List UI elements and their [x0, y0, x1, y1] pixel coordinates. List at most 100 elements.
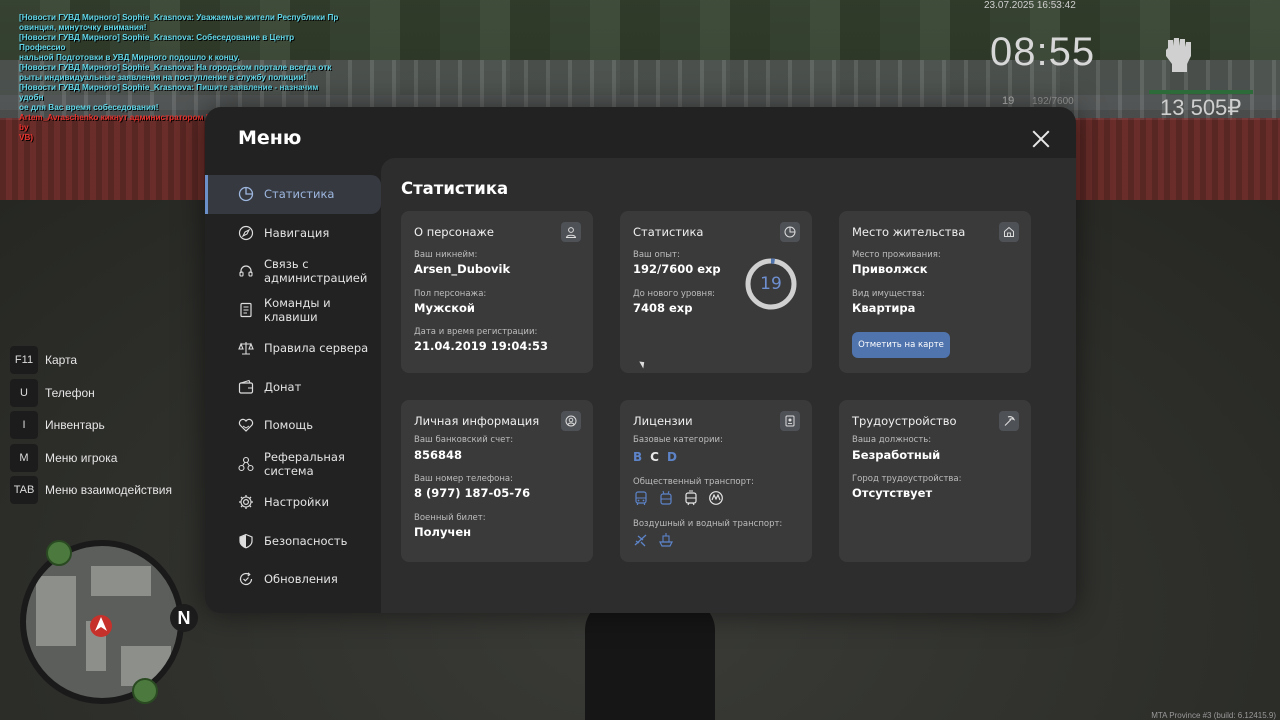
hud-exp: 192/7600 — [1032, 96, 1074, 107]
field-label: Ваш банковский счет: — [414, 435, 514, 445]
car-marker-icon — [132, 678, 158, 704]
hotkey-label: Меню взаимодействия — [45, 483, 172, 498]
field-label: Ваша должность: — [852, 435, 932, 445]
field-label: Ваш опыт: — [633, 250, 680, 260]
field-label: Город трудоустройства: — [852, 474, 962, 484]
chat-line: [Новости ГУВД Мирного] Sophie_Krasnova: … — [19, 33, 295, 52]
bus-marker-icon — [46, 540, 72, 566]
sidebar-item-label: Статистика — [264, 187, 335, 202]
wallet-icon — [238, 379, 254, 394]
compass-icon — [238, 225, 254, 240]
hud-level: 19 — [1002, 95, 1015, 107]
property-value: Квартира — [852, 301, 916, 315]
nickname-value: Arsen_Dubovik — [414, 262, 511, 276]
sidebar-item-navigation[interactable]: Навигация — [205, 214, 381, 253]
chat-line: овинция, минуточку внимания! — [19, 23, 147, 32]
bank-account-value: 856848 — [414, 448, 463, 462]
sidebar-item-donate[interactable]: Донат — [205, 368, 381, 407]
license-category-c: C — [650, 450, 659, 464]
pickaxe-icon — [999, 411, 1019, 431]
refresh-check-icon — [239, 572, 253, 586]
field-label: Ваш номер телефона: — [414, 474, 513, 484]
hotkey-key: I — [10, 411, 38, 440]
sidebar-item-updates[interactable]: Обновления — [205, 560, 381, 599]
sidebar-item-label: Правила сервера — [264, 341, 369, 356]
field-label: Базовые категории: — [633, 435, 723, 445]
card-title: Статистика — [633, 225, 704, 239]
chat-line: рыты индивидуальные заявления на поступл… — [19, 73, 307, 82]
sidebar-item-referral[interactable]: Реферальная система — [205, 445, 381, 484]
hotkey-label: Инвентарь — [45, 418, 105, 433]
field-label: Пол персонажа: — [414, 289, 487, 299]
public-transport-row — [633, 490, 724, 506]
sidebar-item-label: Реферальная система — [264, 449, 345, 478]
residence-value: Приволжск — [852, 262, 928, 276]
card-title: Трудоустройство — [852, 414, 957, 428]
bus-icon — [635, 491, 647, 505]
sidebar-item-label: Навигация — [264, 225, 330, 240]
close-icon[interactable] — [1031, 129, 1051, 149]
field-label: Вид имущества: — [852, 289, 925, 299]
sidebar-item-label: Настройки — [264, 495, 329, 510]
airplane-icon — [634, 534, 647, 547]
sidebar-item-rules[interactable]: Правила сервера — [205, 329, 381, 368]
hotkey-label: Телефон — [45, 385, 95, 400]
chat-line: нальной Подготовки в УВД Мирного подошло… — [19, 53, 240, 62]
map-block — [36, 576, 76, 646]
sidebar-item-commands[interactable]: Команды и клавиши — [205, 291, 381, 330]
mark-on-map-button[interactable]: Отметить на карте — [852, 332, 950, 358]
phone-value: 8 (977) 187-05-76 — [414, 486, 531, 500]
card-licenses: Лицензии Базовые категории: B C D Общест… — [620, 400, 812, 562]
field-label: Общественный транспорт: — [633, 477, 754, 487]
metro-icon — [709, 491, 723, 505]
minimap — [20, 540, 184, 704]
sidebar-item-label: Помощь — [264, 418, 314, 433]
license-categories: B C D — [633, 450, 677, 464]
position-value: Безработный — [852, 448, 941, 462]
hotkey-label: Карта — [45, 353, 78, 367]
referral-icon — [238, 456, 254, 471]
sidebar-item-label: Обновления — [264, 572, 338, 587]
card-personal-info: Личная информация Ваш банковский счет: 8… — [401, 400, 593, 562]
hotkey-map[interactable]: F11 Карта — [10, 346, 172, 374]
sidebar-item-settings[interactable]: Настройки — [205, 483, 381, 522]
sidebar-item-statistics[interactable]: Статистика — [205, 175, 381, 214]
hud-clock: 08:55 — [990, 30, 1096, 74]
headset-icon — [239, 265, 253, 277]
menu-title: Меню — [238, 127, 302, 149]
card-title: Место жительства — [852, 225, 966, 239]
card-title: Личная информация — [414, 414, 540, 428]
license-category-d: D — [666, 450, 677, 464]
player-marker-icon — [90, 615, 112, 637]
hotkey-player-menu[interactable]: M Меню игрока — [10, 443, 172, 472]
trolleybus-icon — [660, 490, 672, 505]
registration-value: 21.04.2019 19:04:53 — [414, 339, 548, 353]
pie-chart-icon — [238, 187, 254, 202]
exp-value: 192/7600 exp — [633, 262, 721, 276]
card-title: О персонаже — [414, 225, 494, 239]
shield-icon — [239, 533, 253, 549]
hud-datetime: 23.07.2025 16:53:42 — [984, 0, 1076, 11]
field-label: До нового уровня: — [633, 289, 716, 299]
hotkey-label: Меню игрока — [45, 450, 118, 465]
chat-line: [Новости ГУВД Мирного] Sophie_Krasnova: … — [19, 83, 319, 102]
hotkey-key: M — [10, 443, 38, 472]
document-icon — [240, 302, 252, 317]
sidebar-item-help[interactable]: Помощь — [205, 406, 381, 445]
hotkey-list: F11 Карта U Телефон I Инвентарь M Меню и… — [10, 346, 172, 509]
heart-hands-icon — [238, 419, 254, 433]
sidebar-item-admin-contact[interactable]: Связь с администрацией — [205, 252, 381, 291]
field-label: Ваш никнейм: — [414, 250, 478, 260]
pie-chart-icon — [780, 222, 800, 242]
hotkey-key: TAB — [10, 476, 38, 505]
hotkey-interaction-menu[interactable]: TAB Меню взаимодействия — [10, 476, 172, 505]
card-residence: Место жительства Место проживания: Приво… — [839, 211, 1031, 373]
military-id-value: Получен — [414, 525, 472, 539]
license-category-b: B — [633, 450, 643, 464]
sidebar-item-label: Связь с администрацией — [264, 257, 368, 286]
build-info: MTA Province #3 (build: 6.12415.9) — [1151, 711, 1276, 720]
sidebar-item-security[interactable]: Безопасность — [205, 522, 381, 561]
home-icon — [999, 222, 1019, 242]
hotkey-phone[interactable]: U Телефон — [10, 378, 172, 407]
hotkey-inventory[interactable]: I Инвентарь — [10, 411, 172, 440]
